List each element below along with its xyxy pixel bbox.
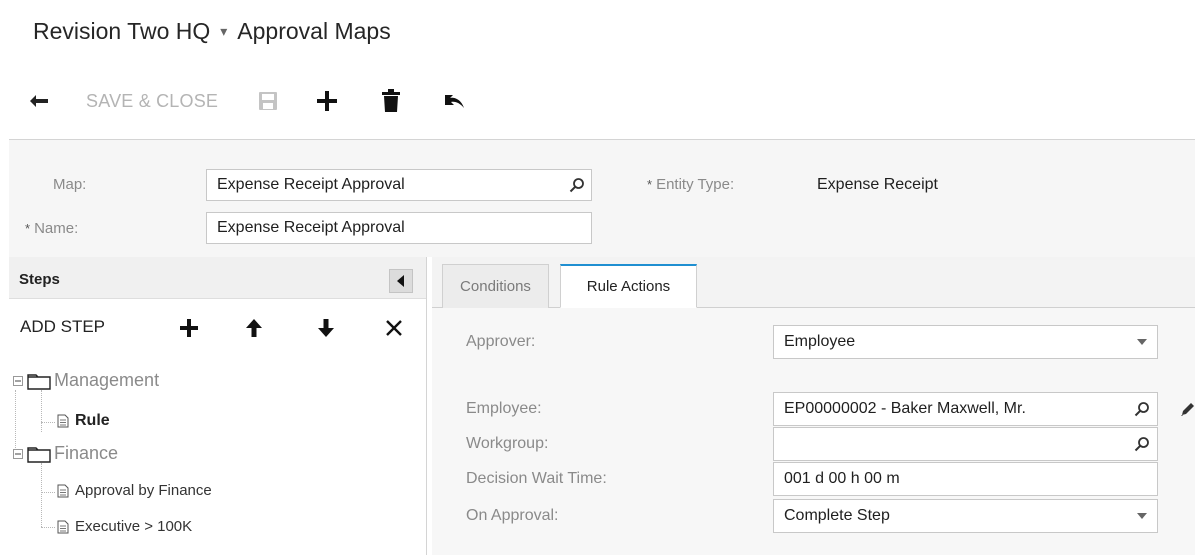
map-selector[interactable]: Expense Receipt Approval	[206, 169, 592, 201]
collapse-panel-button[interactable]	[389, 269, 413, 293]
tree-item-rule[interactable]: Rule	[57, 412, 110, 430]
tree-connector	[41, 492, 55, 493]
undo-button[interactable]	[444, 86, 466, 116]
add-rule-button[interactable]	[178, 317, 200, 339]
search-icon[interactable]	[563, 177, 591, 193]
undo-icon	[445, 95, 465, 108]
move-down-button[interactable]	[315, 317, 337, 339]
name-label: * Name:	[25, 220, 78, 237]
edit-employee-button[interactable]	[1179, 400, 1195, 418]
arrow-down-icon	[318, 319, 334, 337]
entity-type-label-text: Entity Type:	[656, 176, 735, 193]
tree-item-label: Finance	[54, 443, 119, 463]
decision-wait-time-input[interactable]: 001 d 00 h 00 m	[773, 462, 1158, 496]
required-mark: *	[25, 221, 31, 236]
name-label-text: Name:	[34, 220, 79, 237]
tab-conditions[interactable]: Conditions	[442, 264, 549, 308]
save-and-close-button[interactable]: SAVE & CLOSE	[86, 86, 218, 116]
search-icon[interactable]	[1127, 401, 1157, 417]
name-input[interactable]: Expense Receipt Approval	[206, 212, 592, 244]
workgroup-selector[interactable]	[773, 427, 1158, 461]
tree-item-approval-by-finance[interactable]: Approval by Finance	[57, 482, 212, 499]
name-value: Expense Receipt Approval	[217, 219, 405, 236]
tree-connector	[41, 463, 42, 527]
triangle-left-icon	[397, 275, 404, 287]
approver-value: Employee	[784, 333, 856, 350]
decision-wait-time-label: Decision Wait Time:	[466, 470, 607, 487]
save-icon	[259, 92, 278, 110]
entity-type-label: * Entity Type:	[647, 176, 734, 193]
tree-item-finance[interactable]: Finance	[13, 443, 118, 464]
back-button[interactable]	[28, 86, 50, 116]
decision-wait-time-value: 001 d 00 h 00 m	[784, 470, 900, 487]
company-name[interactable]: Revision Two HQ	[33, 18, 210, 45]
trash-icon	[382, 89, 401, 112]
on-approval-select[interactable]: Complete Step	[773, 499, 1158, 533]
workgroup-label: Workgroup:	[466, 435, 549, 452]
tree-item-label: Approval by Finance	[75, 482, 212, 499]
tab-rule-actions[interactable]: Rule Actions	[560, 264, 697, 308]
steps-toolbar: ADD STEP	[9, 313, 427, 343]
collapse-tree-icon[interactable]	[13, 375, 23, 386]
rule-actions-body: Approver: Employee Employee: EP00000002 …	[432, 308, 1195, 555]
entity-type-field: Expense Receipt	[807, 169, 1187, 201]
tree-connector	[41, 527, 55, 528]
employee-value: EP00000002 - Baker Maxwell, Mr.	[784, 400, 1026, 417]
steps-panel: Steps ADD STEP Management Rule Finance A…	[9, 257, 427, 555]
chevron-down-icon[interactable]	[1127, 339, 1157, 345]
entity-type-value: Expense Receipt	[817, 176, 938, 193]
steps-title: Steps	[19, 271, 60, 288]
search-icon[interactable]	[1127, 436, 1157, 452]
chevron-down-icon[interactable]	[1127, 513, 1157, 519]
tab-strip: Conditions Rule Actions	[432, 257, 1195, 308]
employee-label: Employee:	[466, 400, 542, 417]
delete-button[interactable]	[382, 86, 401, 116]
folder-icon	[27, 446, 51, 463]
required-mark: *	[647, 177, 653, 192]
steps-header: Steps	[9, 257, 426, 299]
move-up-button[interactable]	[243, 317, 265, 339]
pencil-icon	[1181, 403, 1194, 416]
company-dropdown-caret[interactable]: ▾	[220, 23, 227, 40]
approver-label: Approver:	[466, 333, 536, 350]
close-icon	[386, 320, 402, 336]
add-step-button[interactable]: ADD STEP	[20, 317, 105, 337]
tree-connector	[41, 422, 55, 423]
document-icon	[57, 520, 69, 533]
map-label: Map:	[53, 176, 87, 193]
tree-item-label: Rule	[75, 412, 110, 429]
tree-connector	[41, 390, 42, 432]
approver-select[interactable]: Employee	[773, 325, 1158, 359]
map-value: Expense Receipt Approval	[217, 176, 405, 193]
on-approval-label: On Approval:	[466, 507, 559, 524]
tree-item-executive[interactable]: Executive > 100K	[57, 518, 192, 535]
tree-item-label: Executive > 100K	[75, 518, 193, 535]
save-button[interactable]	[258, 86, 278, 116]
screen-name: Approval Maps	[237, 17, 391, 44]
tree-item-label: Management	[54, 370, 160, 390]
document-icon	[57, 414, 69, 428]
summary-form: Map: Expense Receipt Approval * Entity Ty…	[9, 139, 1195, 257]
plus-icon	[180, 319, 198, 337]
on-approval-value: Complete Step	[784, 507, 890, 524]
tree-item-management[interactable]: Management	[13, 370, 159, 391]
page-title: Revision Two HQ ▾ Approval Maps	[33, 16, 391, 46]
plus-icon	[317, 91, 338, 111]
delete-step-button[interactable]	[383, 317, 405, 339]
employee-selector[interactable]: EP00000002 - Baker Maxwell, Mr.	[773, 392, 1158, 426]
rule-details-panel: Conditions Rule Actions Approver: Employ…	[432, 257, 1195, 555]
add-button[interactable]	[316, 86, 338, 116]
collapse-tree-icon[interactable]	[13, 448, 23, 459]
main-toolbar: SAVE & CLOSE	[28, 84, 496, 118]
folder-icon	[27, 373, 51, 390]
back-arrow-icon	[30, 95, 48, 107]
arrow-up-icon	[246, 319, 262, 337]
document-icon	[57, 484, 69, 497]
